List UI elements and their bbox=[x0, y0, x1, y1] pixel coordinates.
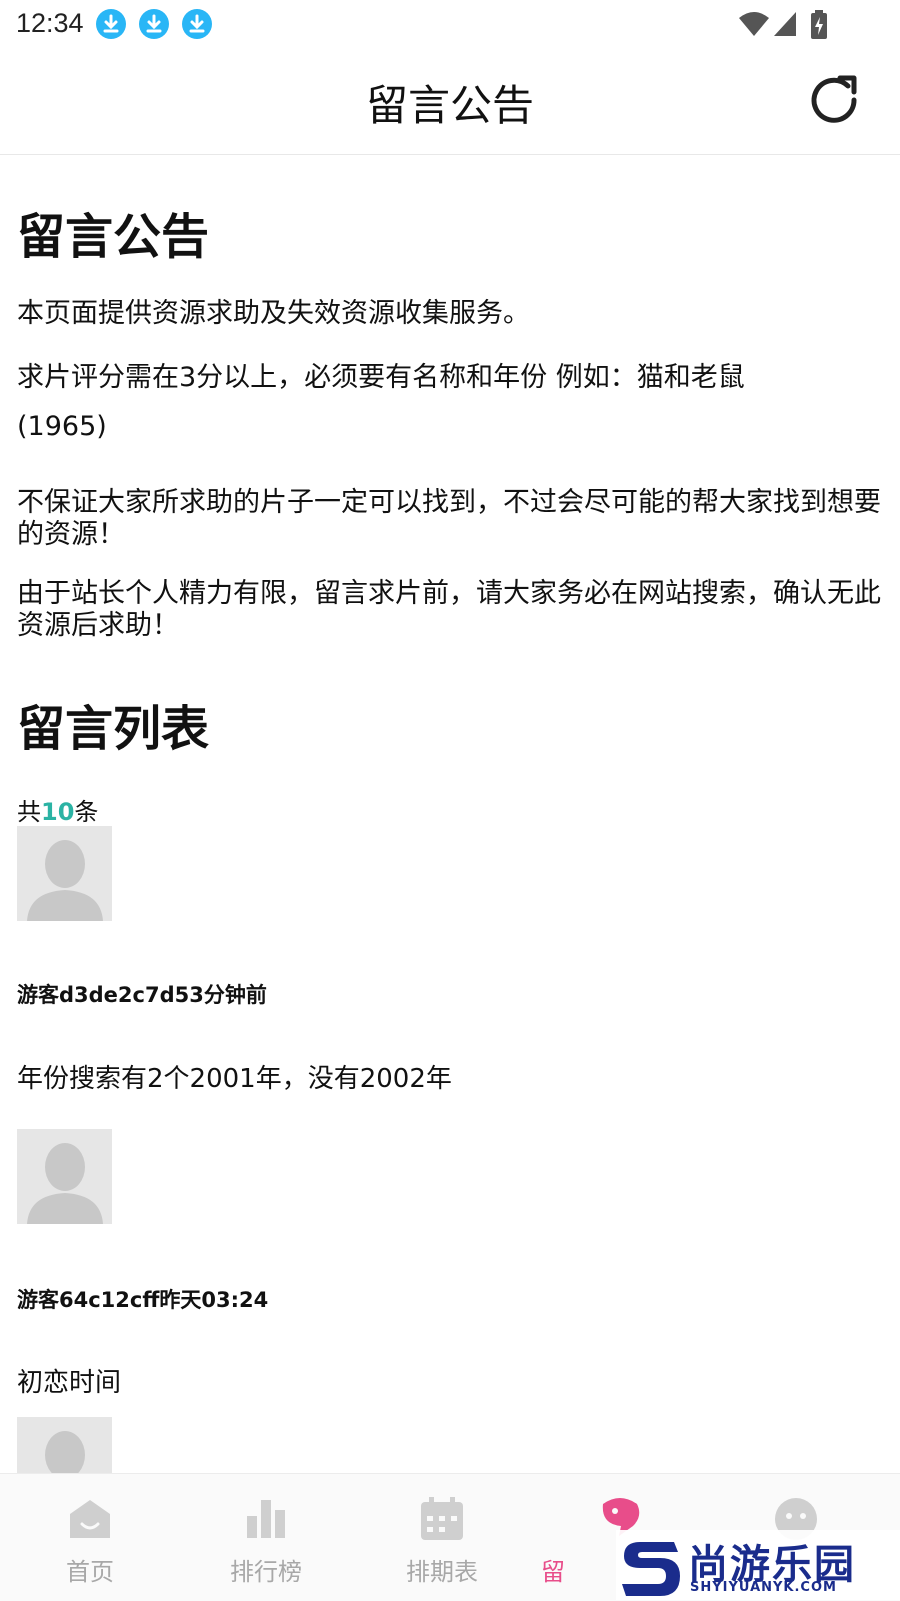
page-title: 留言公告 bbox=[365, 81, 534, 130]
avatar bbox=[17, 1417, 112, 1473]
status-bar: 12:34 bbox=[0, 0, 900, 48]
user-placeholder-icon bbox=[27, 1143, 103, 1224]
status-time: 12:34 bbox=[16, 8, 84, 38]
wifi-icon bbox=[738, 10, 770, 42]
notice-paragraph: (1965) bbox=[17, 411, 107, 442]
nav-label: 首页 bbox=[66, 1558, 114, 1586]
download-notification-icon bbox=[96, 9, 126, 39]
s-logo-icon bbox=[622, 1542, 680, 1596]
download-notification-icon bbox=[139, 9, 169, 39]
nav-label: 排行榜 bbox=[230, 1558, 302, 1586]
message-text: 年份搜索有2个2001年，没有2002年 bbox=[17, 1064, 452, 1094]
avatar bbox=[17, 1129, 112, 1224]
content-area[interactable]: 留言公告 本页面提供资源求助及失效资源收集服务。 求片评分需在3分以上，必须要有… bbox=[0, 155, 900, 1473]
nav-home[interactable]: 首页 bbox=[0, 1474, 180, 1601]
list-item: 游客d3de2c7d53分钟前 年份搜索有2个2001年，没有2002年 bbox=[17, 826, 877, 1096]
battery-icon bbox=[810, 10, 828, 44]
list-heading: 留言列表 bbox=[17, 701, 210, 757]
notice-paragraph: 本页面提供资源求助及失效资源收集服务。 bbox=[17, 298, 530, 329]
home-icon bbox=[70, 1500, 110, 1538]
message-user-time: 游客d3de2c7d53分钟前 bbox=[17, 983, 267, 1007]
notice-paragraph: 求片评分需在3分以上，必须要有名称和年份 例如：猫和老鼠 bbox=[17, 362, 745, 393]
notice-heading: 留言公告 bbox=[17, 209, 210, 265]
download-notification-icon bbox=[182, 9, 212, 39]
message-text: 初恋时间 bbox=[17, 1368, 122, 1398]
watermark-logo: 尚游乐园 SHYIYUANYK.COM bbox=[616, 1530, 900, 1600]
notice-paragraph: 由于站长个人精力有限，留言求片前，请大家务必在网站搜索，确认无此资源后求助！ bbox=[17, 578, 881, 641]
message-count: 共10条 bbox=[17, 792, 98, 827]
title-bar: 留言公告 bbox=[0, 48, 900, 155]
list-item: 游客64c12cff昨天03:24 初恋时间 bbox=[17, 1129, 877, 1399]
user-placeholder-icon bbox=[27, 840, 103, 921]
list-item bbox=[17, 1417, 877, 1473]
user-placeholder-icon bbox=[45, 1431, 85, 1473]
message-user-time: 游客64c12cff昨天03:24 bbox=[17, 1288, 269, 1312]
notice-paragraph: 不保证大家所求助的片子一定可以找到，不过会尽可能的帮大家找到想要的资源！ bbox=[17, 487, 881, 550]
nav-ranking[interactable]: 排行榜 bbox=[176, 1474, 356, 1601]
refresh-icon bbox=[811, 75, 857, 123]
calendar-icon bbox=[421, 1497, 463, 1540]
bar-chart-icon bbox=[247, 1500, 285, 1538]
watermark-subtext: SHYIYUANYK.COM bbox=[690, 1580, 837, 1595]
count-number: 10 bbox=[41, 798, 75, 826]
count-suffix: 条 bbox=[74, 798, 99, 826]
avatar bbox=[17, 826, 112, 921]
signal-icon bbox=[772, 10, 798, 42]
count-prefix: 共 bbox=[17, 798, 41, 826]
refresh-button[interactable] bbox=[804, 70, 864, 130]
